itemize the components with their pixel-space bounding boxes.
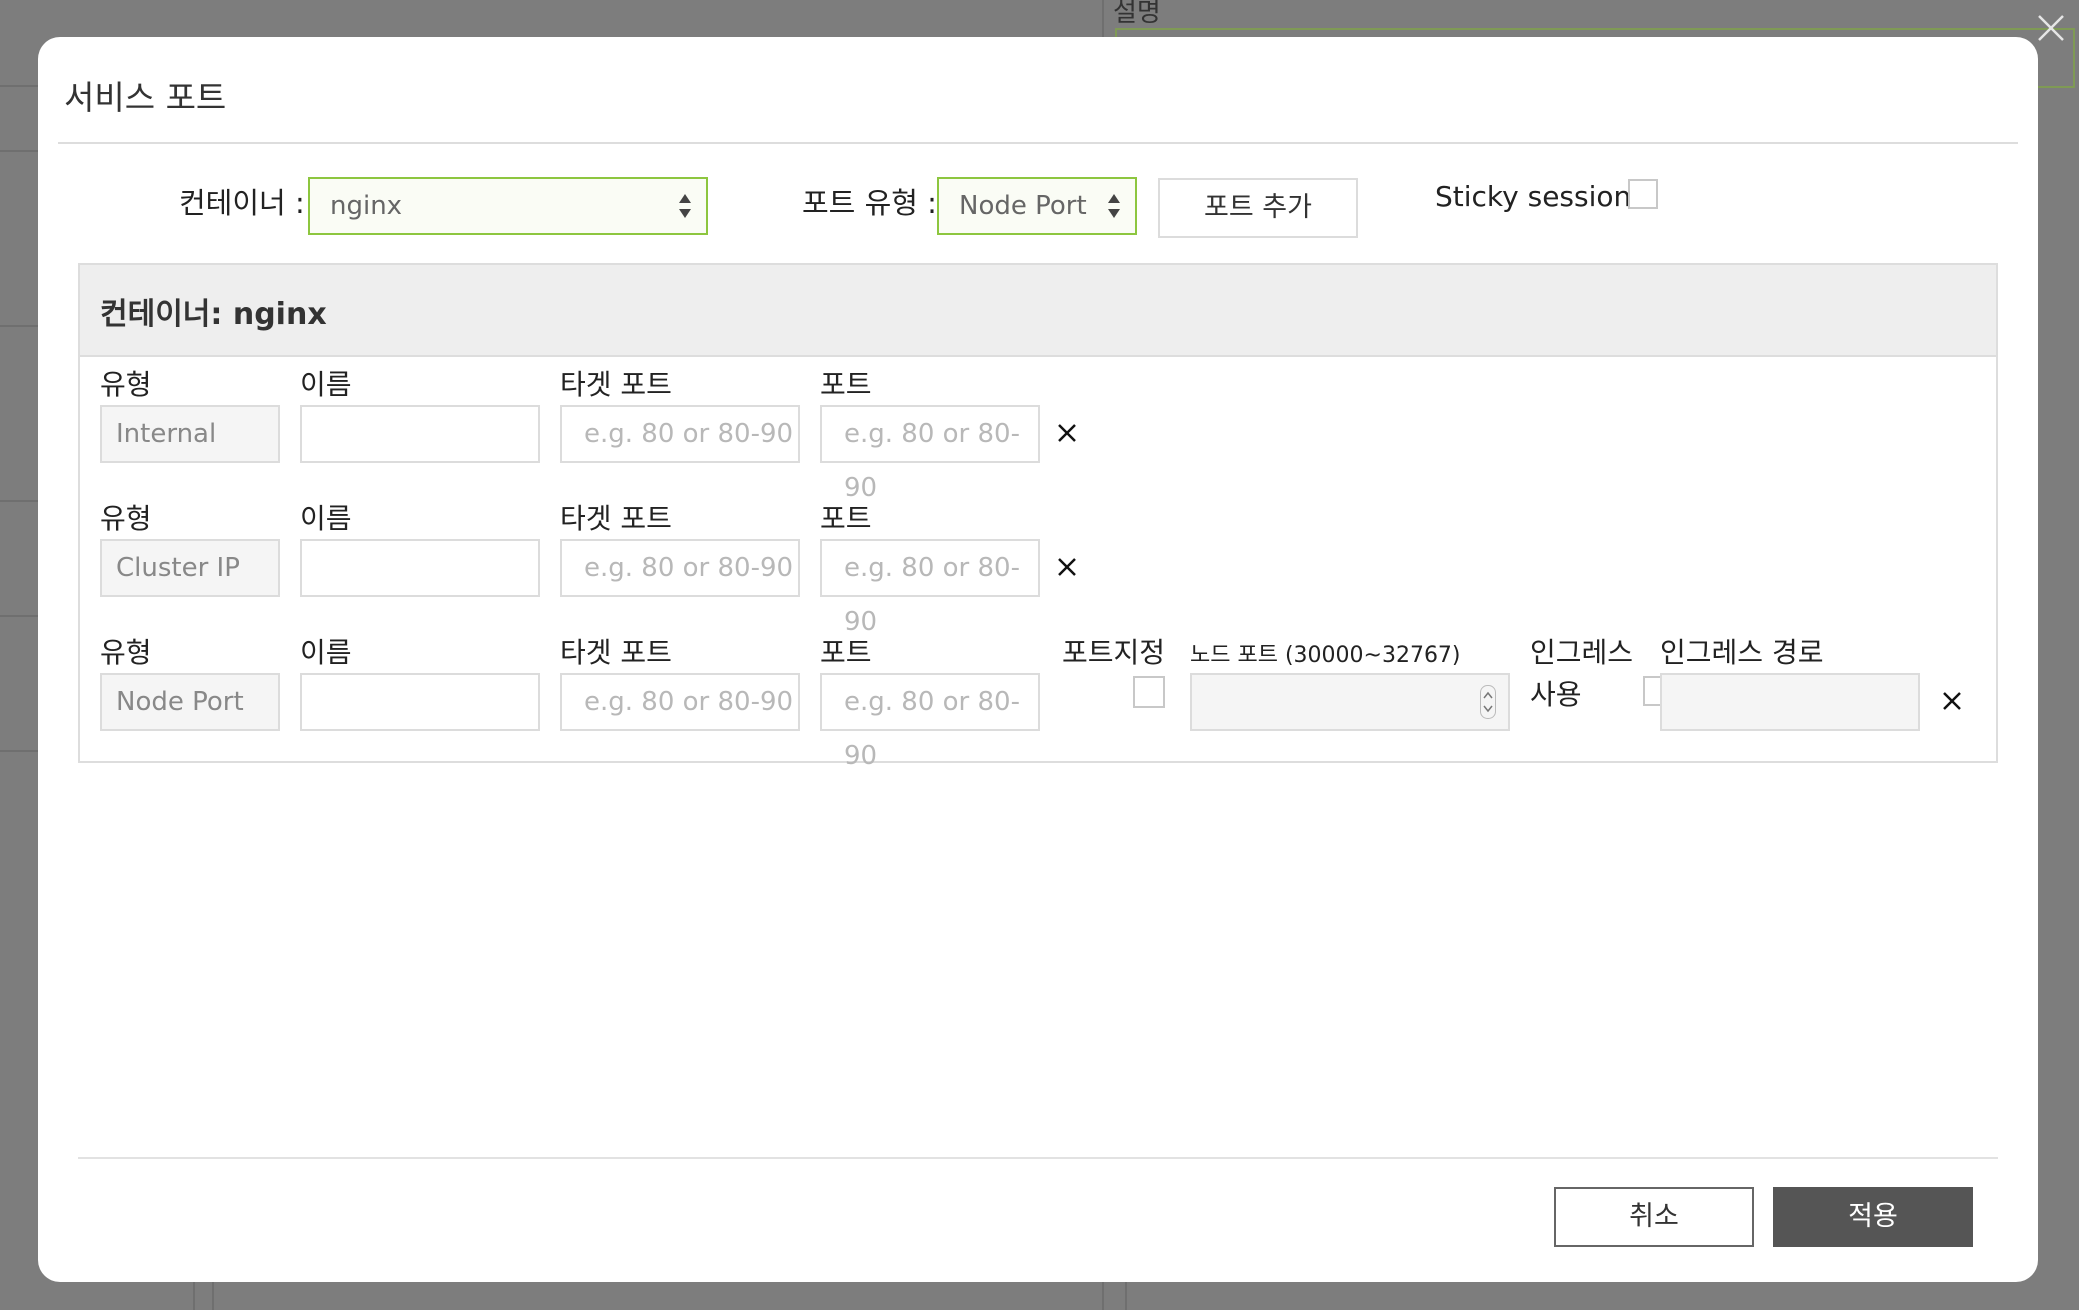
apply-button[interactable]: 적용 xyxy=(1773,1187,1973,1247)
name-label: 이름 xyxy=(300,368,352,401)
ingress-use-label-2: 사용 xyxy=(1530,678,1582,711)
ingress-use-label: 인그레스 xyxy=(1530,636,1634,669)
target-port-label: 타겟 포트 xyxy=(560,636,672,669)
name-input[interactable] xyxy=(300,539,540,597)
type-field: Internal xyxy=(100,405,280,463)
port-type-select-value: Node Port xyxy=(959,191,1087,221)
port-assign-checkbox[interactable] xyxy=(1133,676,1165,708)
cancel-button[interactable]: 취소 xyxy=(1554,1187,1754,1247)
select-arrows-icon xyxy=(679,194,691,218)
container-select[interactable]: nginx xyxy=(308,177,708,235)
name-label: 이름 xyxy=(300,636,352,669)
add-port-button[interactable]: 포트 추가 xyxy=(1158,178,1358,238)
type-label: 유형 xyxy=(100,502,152,535)
type-label: 유형 xyxy=(100,368,152,401)
port-label: 포트 xyxy=(820,636,872,669)
sticky-session-checkbox[interactable] xyxy=(1628,179,1658,209)
port-assign-label: 포트지정 xyxy=(1062,636,1166,669)
target-port-input[interactable]: e.g. 80 or 80-90 xyxy=(560,405,800,463)
type-field: Cluster IP xyxy=(100,539,280,597)
type-field: Node Port xyxy=(100,673,280,731)
ingress-path-label: 인그레스 경로 xyxy=(1660,636,1824,669)
target-port-input[interactable]: e.g. 80 or 80-90 xyxy=(560,673,800,731)
port-input[interactable]: e.g. 80 or 80-90 xyxy=(820,539,1040,637)
target-port-input[interactable]: e.g. 80 or 80-90 xyxy=(560,539,800,597)
name-input[interactable] xyxy=(300,673,540,731)
spinner-icon[interactable] xyxy=(1480,685,1496,719)
port-label: 포트 xyxy=(820,502,872,535)
target-port-label: 타겟 포트 xyxy=(560,502,672,535)
type-label: 유형 xyxy=(100,636,152,669)
service-port-dialog: 서비스 포트 컨테이너 : nginx 포트 유형 : Node Port 포트… xyxy=(38,37,2038,1282)
container-select-value: nginx xyxy=(330,191,403,221)
close-icon[interactable] xyxy=(2033,10,2069,46)
container-section: 컨테이너: nginx 유형 이름 타겟 포트 포트 Internal e.g.… xyxy=(78,263,1998,771)
footer-divider xyxy=(78,1157,1998,1159)
port-input[interactable]: e.g. 80 or 80-90 xyxy=(820,673,1040,771)
sticky-session-label: Sticky session xyxy=(1435,180,1632,213)
port-input[interactable]: e.g. 80 or 80-90 xyxy=(820,405,1040,503)
node-port-label: 노드 포트 (30000~32767) xyxy=(1190,643,1461,668)
port-label: 포트 xyxy=(820,368,872,401)
remove-row-icon[interactable] xyxy=(1056,422,1078,444)
container-label: 컨테이너 : xyxy=(179,186,305,220)
title-divider xyxy=(58,142,2018,144)
dialog-title: 서비스 포트 xyxy=(64,78,227,117)
container-section-title: 컨테이너: nginx xyxy=(100,297,327,332)
port-type-select[interactable]: Node Port xyxy=(937,177,1137,235)
remove-row-icon[interactable] xyxy=(1056,556,1078,578)
remove-row-icon[interactable] xyxy=(1941,690,1963,712)
node-port-input[interactable] xyxy=(1190,673,1510,731)
name-input[interactable] xyxy=(300,405,540,463)
target-port-label: 타겟 포트 xyxy=(560,368,672,401)
select-arrows-icon xyxy=(1108,194,1120,218)
port-type-label: 포트 유형 : xyxy=(802,186,937,220)
background-field-label: 설명 xyxy=(1113,0,1161,28)
name-label: 이름 xyxy=(300,502,352,535)
ingress-path-input[interactable] xyxy=(1660,673,1920,731)
container-section-header: 컨테이너: nginx xyxy=(80,265,1996,357)
